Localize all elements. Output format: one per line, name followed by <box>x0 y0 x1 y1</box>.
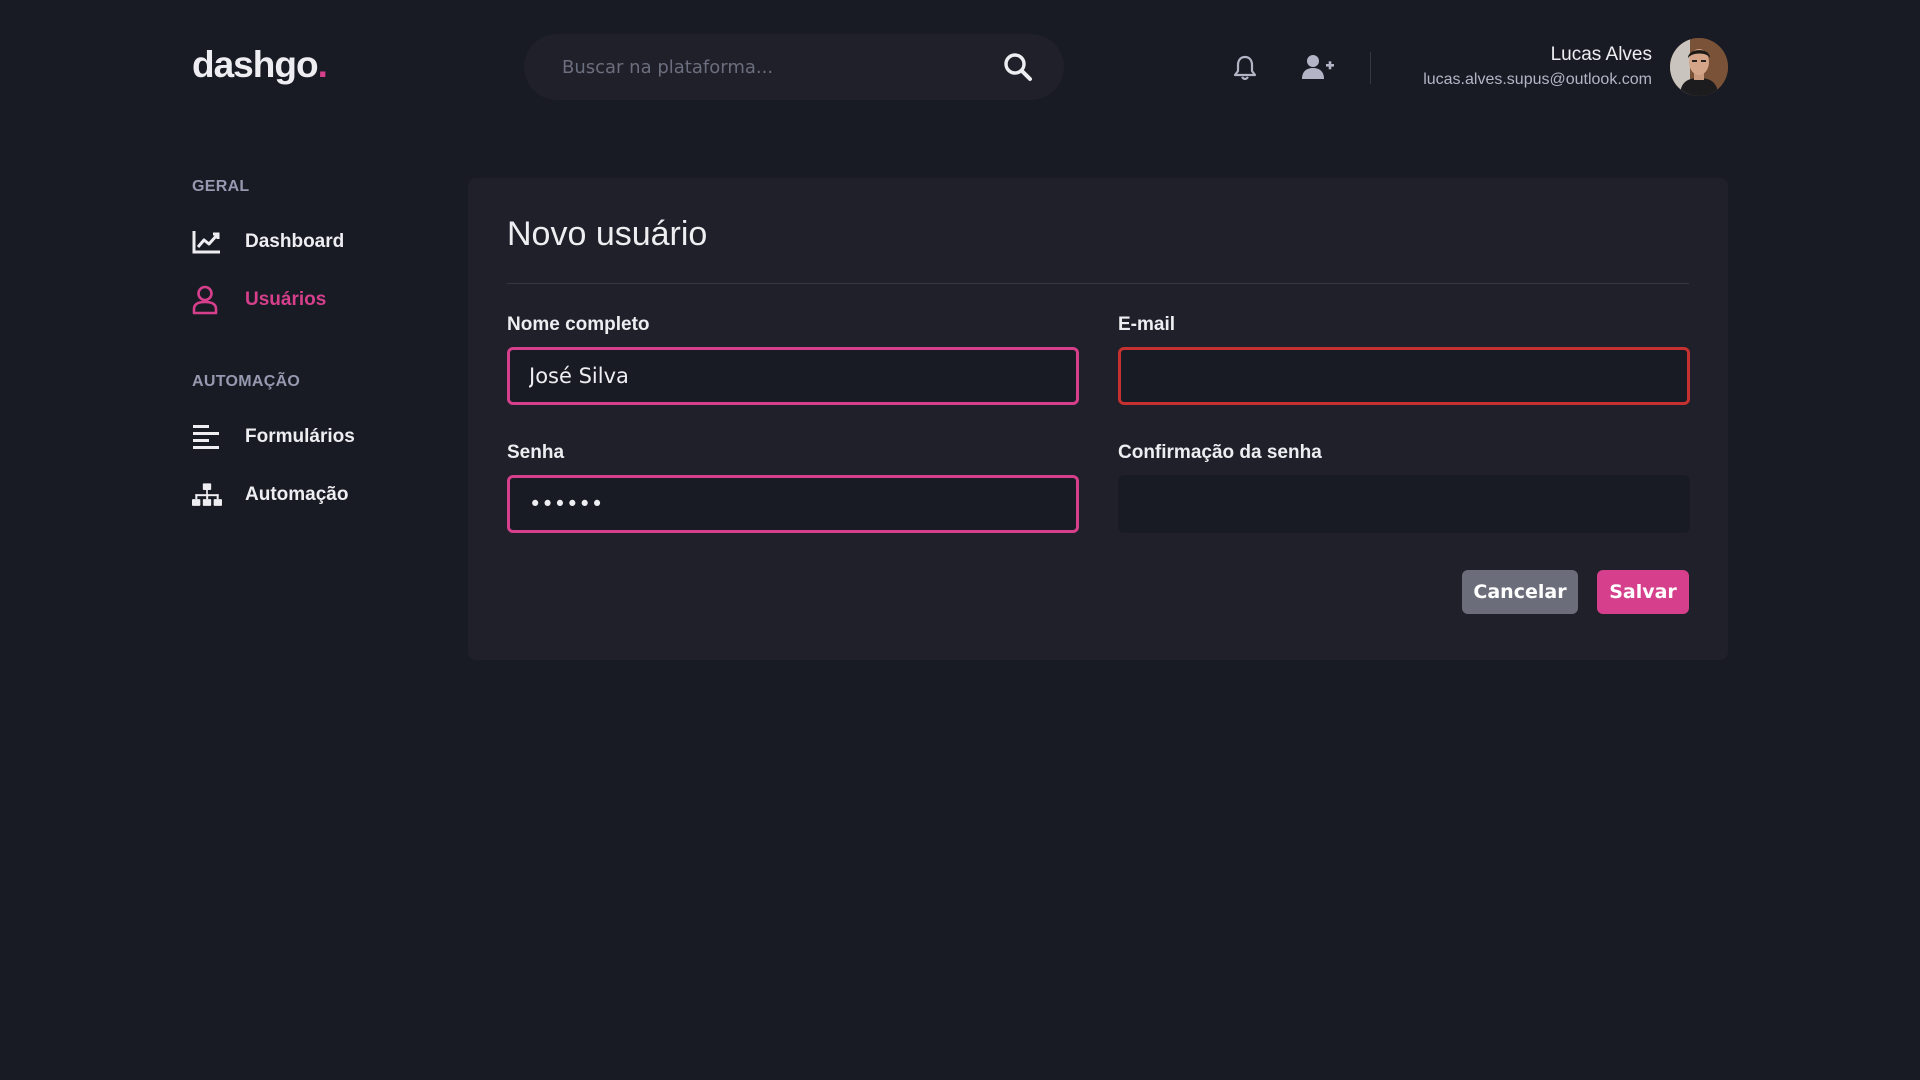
save-button[interactable]: Salvar <box>1597 570 1689 614</box>
name-label: Nome completo <box>507 314 650 335</box>
profile-email: lucas.alves.supus@outlook.com <box>1423 71 1652 88</box>
password-field: Senha <box>507 442 1079 533</box>
sidebar-item-automacao[interactable]: Automação <box>192 480 472 510</box>
logo-dot: . <box>317 44 328 85</box>
cancel-button[interactable]: Cancelar <box>1462 570 1578 614</box>
align-left-icon <box>192 422 222 452</box>
sidebar-item-usuarios[interactable]: Usuários <box>192 285 472 315</box>
password-confirmation-input[interactable] <box>1118 475 1690 533</box>
name-input[interactable] <box>507 347 1079 405</box>
user-icon <box>192 285 222 315</box>
sidebar-item-label: Formulários <box>245 426 355 447</box>
password-label: Senha <box>507 442 565 463</box>
email-input[interactable] <box>1118 347 1690 405</box>
logo[interactable]: dashgo. <box>192 44 328 86</box>
new-user-form-card: Novo usuário Nome completo E-mail Senha … <box>468 178 1728 660</box>
name-field: Nome completo <box>507 314 1079 405</box>
profile-name: Lucas Alves <box>1550 44 1652 65</box>
chart-line-icon <box>192 227 222 257</box>
header: dashgo. Lucas Alves lucas.alves.supus@ou… <box>192 34 1728 100</box>
search-input[interactable] <box>562 34 982 100</box>
section-title-geral: GERAL <box>192 178 250 195</box>
title-divider <box>507 283 1689 284</box>
page-title: Novo usuário <box>507 215 708 253</box>
password-input[interactable] <box>507 475 1079 533</box>
sidebar: GERAL Dashboard Usuários AUTOMAÇÃO Formu… <box>192 178 472 510</box>
add-user-icon[interactable] <box>1301 53 1335 86</box>
password-confirmation-field: Confirmação da senha <box>1118 442 1690 533</box>
header-divider <box>1370 52 1371 84</box>
search-bar <box>524 34 1064 100</box>
avatar[interactable] <box>1670 38 1728 96</box>
bell-icon[interactable] <box>1232 54 1258 87</box>
search-icon[interactable] <box>1002 51 1034 88</box>
password-confirmation-label: Confirmação da senha <box>1118 442 1322 463</box>
sidebar-item-label: Usuários <box>245 289 327 310</box>
sidebar-item-formularios[interactable]: Formulários <box>192 422 472 452</box>
sidebar-item-dashboard[interactable]: Dashboard <box>192 227 472 257</box>
section-title-automacao: AUTOMAÇÃO <box>192 373 301 390</box>
sidebar-item-label: Dashboard <box>245 231 345 252</box>
email-field: E-mail <box>1118 314 1690 405</box>
profile-info: Lucas Alves lucas.alves.supus@outlook.co… <box>1423 44 1652 89</box>
logo-text: dashgo <box>192 44 319 85</box>
sitemap-icon <box>192 480 222 510</box>
email-label: E-mail <box>1118 314 1176 335</box>
sidebar-item-label: Automação <box>245 484 349 505</box>
